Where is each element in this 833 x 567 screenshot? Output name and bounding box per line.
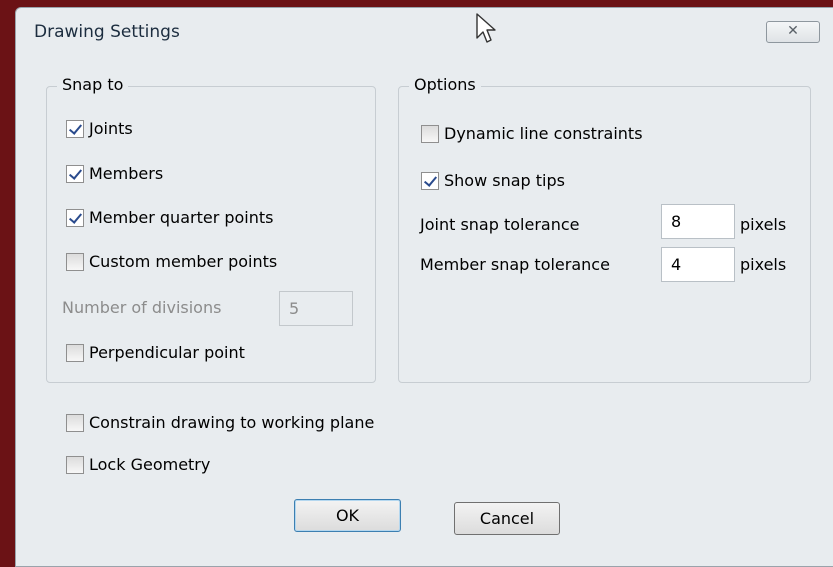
dialog-title: Drawing Settings [34,22,180,42]
number-of-divisions-row: Number of divisions [62,298,221,317]
show-snap-tips-label: Show snap tips [444,171,565,190]
lock-geometry-label: Lock Geometry [89,455,211,474]
constrain-working-plane-label: Constrain drawing to working plane [89,413,375,432]
custom-member-points-checkbox[interactable] [66,252,84,271]
show-snap-tips-row[interactable]: Show snap tips [421,171,565,190]
perpendicular-point-label: Perpendicular point [89,343,245,362]
cancel-button[interactable]: Cancel [454,502,560,535]
joint-snap-tolerance-label: Joint snap tolerance [420,215,580,234]
options-group-title: Options [409,75,481,94]
joint-snap-tolerance-unit: pixels [740,215,787,234]
title-bar[interactable]: Drawing Settings ✕ [16,8,833,53]
joint-snap-tolerance-input[interactable]: 8 [661,204,735,239]
member-quarter-points-label: Member quarter points [89,208,274,227]
dynamic-line-constraints-row[interactable]: Dynamic line constraints [421,124,643,143]
perpendicular-point-row[interactable]: Perpendicular point [66,343,245,362]
joints-checkbox-row[interactable]: Joints [66,119,133,138]
drawing-settings-dialog: Drawing Settings ✕ Snap to Joints Member… [15,7,833,567]
member-quarter-points-checkbox[interactable] [66,208,84,227]
perpendicular-point-checkbox[interactable] [66,343,84,362]
custom-member-points-row[interactable]: Custom member points [66,252,277,271]
dynamic-line-constraints-checkbox[interactable] [421,124,439,143]
member-quarter-points-row[interactable]: Member quarter points [66,208,274,227]
members-checkbox[interactable] [66,164,84,183]
member-snap-tolerance-row: Member snap tolerance [420,255,610,274]
close-button[interactable]: ✕ [766,21,820,43]
member-snap-tolerance-input[interactable]: 4 [661,247,735,282]
lock-geometry-row[interactable]: Lock Geometry [66,455,210,474]
lock-geometry-checkbox[interactable] [66,455,84,474]
show-snap-tips-checkbox[interactable] [421,171,439,190]
member-snap-tolerance-unit: pixels [740,255,787,274]
close-icon: ✕ [787,23,799,39]
member-snap-tolerance-label: Member snap tolerance [420,255,610,274]
joints-checkbox[interactable] [66,119,84,138]
number-of-divisions-input: 5 [279,291,353,326]
members-label: Members [89,164,164,183]
snap-to-group-title: Snap to [57,75,129,94]
ok-button[interactable]: OK [294,499,401,532]
constrain-working-plane-row[interactable]: Constrain drawing to working plane [66,413,374,432]
joints-label: Joints [89,119,133,138]
constrain-working-plane-checkbox[interactable] [66,413,84,432]
number-of-divisions-label: Number of divisions [62,298,222,317]
custom-member-points-label: Custom member points [89,252,278,271]
mouse-pointer-icon [476,13,496,43]
dynamic-line-constraints-label: Dynamic line constraints [444,124,643,143]
joint-snap-tolerance-row: Joint snap tolerance [420,215,580,234]
members-checkbox-row[interactable]: Members [66,164,163,183]
